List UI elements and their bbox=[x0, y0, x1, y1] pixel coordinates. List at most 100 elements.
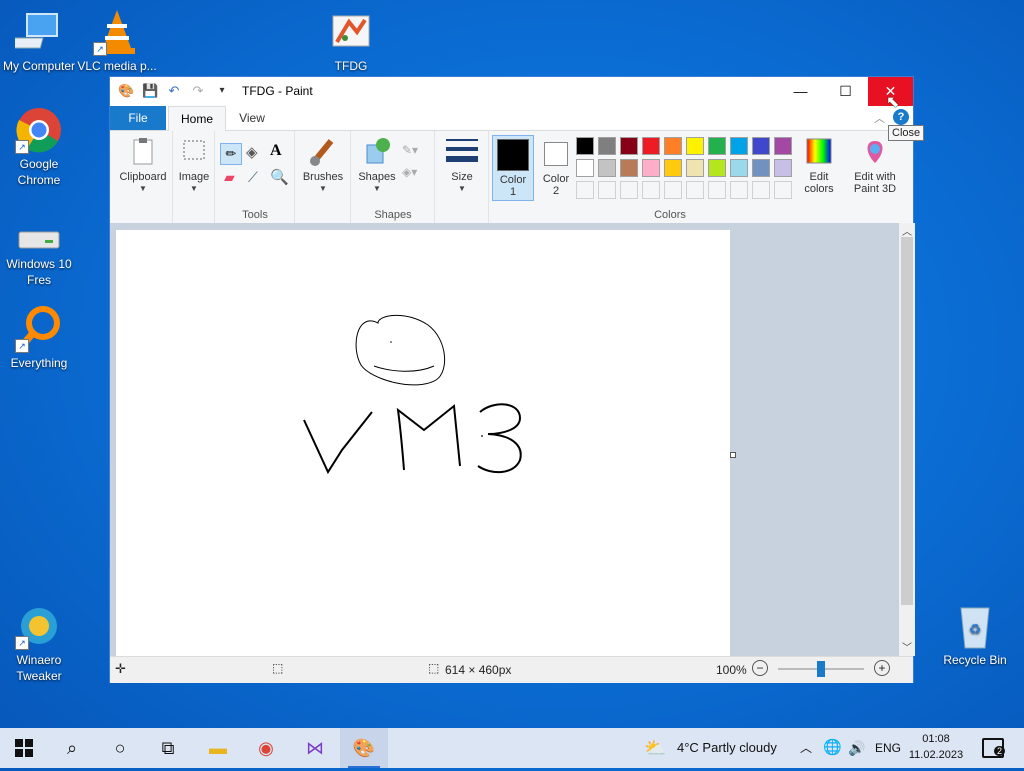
maximize-button[interactable]: ☐ bbox=[823, 77, 868, 106]
desktop-icon-recycle-bin[interactable]: ♻ Recycle Bin bbox=[935, 602, 1015, 668]
tab-file[interactable]: File bbox=[110, 106, 166, 130]
scroll-up-icon[interactable]: ︿ bbox=[902, 223, 912, 238]
drawing-canvas[interactable] bbox=[116, 230, 730, 656]
desktop-icon-vlc[interactable]: ↗ VLC media p... bbox=[77, 8, 157, 74]
scroll-thumb[interactable] bbox=[901, 237, 913, 605]
text-icon[interactable]: A bbox=[270, 142, 282, 160]
custom-color-slot[interactable] bbox=[576, 181, 594, 199]
color-swatch[interactable] bbox=[576, 137, 594, 155]
eraser-icon[interactable]: ▰ bbox=[224, 169, 235, 186]
custom-color-slot[interactable] bbox=[686, 181, 704, 199]
custom-color-slot[interactable] bbox=[620, 181, 638, 199]
color-swatch[interactable] bbox=[752, 137, 770, 155]
color-swatch[interactable] bbox=[708, 159, 726, 177]
color-swatch[interactable] bbox=[620, 159, 638, 177]
ribbon: Clipboard ▼ Image ▼ ✏ ◈ A ▰ ⟋ 🔍 Tools Br… bbox=[110, 131, 913, 224]
color-swatch[interactable] bbox=[730, 137, 748, 155]
desktop-icon-chrome[interactable]: ↗ Google Chrome bbox=[0, 106, 79, 188]
language-indicator[interactable]: ENG bbox=[875, 728, 901, 768]
vertical-scrollbar[interactable]: ︿ ﹀ bbox=[899, 223, 915, 656]
color-swatch[interactable] bbox=[664, 137, 682, 155]
color-swatch[interactable] bbox=[686, 159, 704, 177]
color-swatch[interactable] bbox=[686, 137, 704, 155]
edit-colors-button[interactable]: Edit colors bbox=[796, 135, 842, 195]
color-swatch[interactable] bbox=[598, 137, 616, 155]
color-swatch[interactable] bbox=[642, 159, 660, 177]
color-swatch[interactable] bbox=[620, 137, 638, 155]
desktop-icon-my-computer[interactable]: My Computer bbox=[0, 8, 79, 74]
redo-icon[interactable]: ↷ bbox=[190, 83, 206, 99]
zoom-in-icon[interactable]: + bbox=[874, 660, 890, 676]
image-label: Image bbox=[178, 171, 210, 183]
notification-center-icon[interactable]: 2 bbox=[982, 738, 1006, 758]
title-bar[interactable]: 🎨 💾 ↶ ↷ ▾ TFDG - Paint — ☐ ✕ bbox=[110, 77, 913, 106]
custom-color-slot[interactable] bbox=[708, 181, 726, 199]
color-swatch[interactable] bbox=[774, 159, 792, 177]
zoom-slider[interactable] bbox=[778, 661, 864, 677]
chrome-taskbar-icon[interactable]: ◉ bbox=[242, 728, 290, 768]
brush-icon bbox=[307, 135, 339, 167]
custom-color-slot[interactable] bbox=[774, 181, 792, 199]
cortana-icon[interactable]: ○ bbox=[96, 728, 144, 768]
tab-view[interactable]: View bbox=[230, 106, 274, 130]
edit-with-paint3d-button[interactable]: Edit with Paint 3D bbox=[846, 135, 904, 195]
start-button[interactable] bbox=[0, 728, 48, 768]
paint-file-icon bbox=[327, 8, 375, 56]
clipboard-group: Clipboard ▼ bbox=[114, 131, 173, 223]
desktop-icon-windows10-fres[interactable]: Windows 10 Fres bbox=[0, 222, 79, 288]
collapse-ribbon-icon[interactable]: ︿ bbox=[874, 110, 885, 126]
save-icon[interactable]: 💾 bbox=[142, 83, 158, 99]
color-swatch[interactable] bbox=[664, 159, 682, 177]
canvas-resize-handle[interactable] bbox=[730, 452, 736, 458]
color-swatch[interactable] bbox=[642, 137, 660, 155]
color-swatch[interactable] bbox=[752, 159, 770, 177]
visual-studio-icon[interactable]: ⋈ bbox=[291, 728, 339, 768]
minimize-button[interactable]: — bbox=[778, 77, 823, 106]
desktop-icon-winaero[interactable]: ↗ Winaero Tweaker bbox=[0, 602, 79, 684]
image-button[interactable]: Image ▼ bbox=[176, 135, 212, 193]
color-swatch[interactable] bbox=[598, 159, 616, 177]
size-button[interactable]: Size ▼ bbox=[438, 135, 486, 193]
custom-color-slot[interactable] bbox=[664, 181, 682, 199]
undo-icon[interactable]: ↶ bbox=[166, 83, 182, 99]
notification-count-badge: 2 bbox=[994, 746, 1006, 756]
color-picker-icon[interactable]: ⟋ bbox=[248, 169, 258, 186]
custom-color-slot[interactable] bbox=[752, 181, 770, 199]
svg-text:♻: ♻ bbox=[969, 621, 982, 637]
desktop-icon-everything[interactable]: ↗ Everything bbox=[0, 305, 79, 371]
zoom-out-icon[interactable]: − bbox=[752, 660, 768, 676]
brushes-button[interactable]: Brushes ▼ bbox=[298, 135, 348, 193]
volume-icon[interactable]: 🔊 bbox=[848, 728, 865, 768]
magnifier-icon[interactable]: 🔍 bbox=[270, 168, 289, 186]
clock[interactable]: 01:08 11.02.2023 bbox=[905, 731, 967, 763]
scroll-down-icon[interactable]: ﹀ bbox=[902, 639, 912, 654]
desktop-icon-label: Recycle Bin bbox=[943, 653, 1007, 667]
custom-color-slot[interactable] bbox=[730, 181, 748, 199]
task-view-icon[interactable]: ⧉ bbox=[144, 728, 192, 768]
zoom-slider-thumb[interactable] bbox=[817, 661, 825, 677]
file-explorer-icon[interactable]: ▬ bbox=[194, 728, 242, 768]
show-hidden-icons-icon[interactable]: ︿ bbox=[800, 728, 812, 768]
paint-taskbar-icon[interactable]: 🎨 bbox=[340, 728, 388, 768]
color-swatch[interactable] bbox=[708, 137, 726, 155]
custom-color-slot[interactable] bbox=[598, 181, 616, 199]
tab-home[interactable]: Home bbox=[168, 106, 226, 132]
fill-shape-icon[interactable]: ◈▾ bbox=[402, 165, 417, 179]
fill-icon[interactable]: ◈ bbox=[246, 143, 258, 161]
custom-color-slot[interactable] bbox=[642, 181, 660, 199]
color-swatch[interactable] bbox=[730, 159, 748, 177]
color1-button[interactable]: Color 1 bbox=[492, 135, 534, 201]
weather-text[interactable]: 4°C Partly cloudy bbox=[677, 728, 777, 768]
shapes-button[interactable]: Shapes ▼ bbox=[354, 135, 400, 193]
clipboard-button[interactable]: Clipboard ▼ bbox=[116, 135, 170, 193]
customize-qat-icon[interactable]: ▾ bbox=[214, 83, 230, 99]
desktop-icon-tfdg[interactable]: TFDG bbox=[311, 8, 391, 74]
search-icon[interactable]: ⌕ bbox=[48, 728, 96, 768]
network-icon[interactable]: 🌐 bbox=[823, 728, 842, 768]
weather-icon[interactable]: ⛅ bbox=[644, 728, 666, 768]
color-swatch[interactable] bbox=[576, 159, 594, 177]
outline-icon[interactable]: ✎▾ bbox=[402, 143, 418, 157]
color-swatch[interactable] bbox=[774, 137, 792, 155]
pencil-icon[interactable]: ✏ bbox=[220, 143, 242, 165]
color2-button[interactable]: Color 2 bbox=[536, 135, 576, 199]
